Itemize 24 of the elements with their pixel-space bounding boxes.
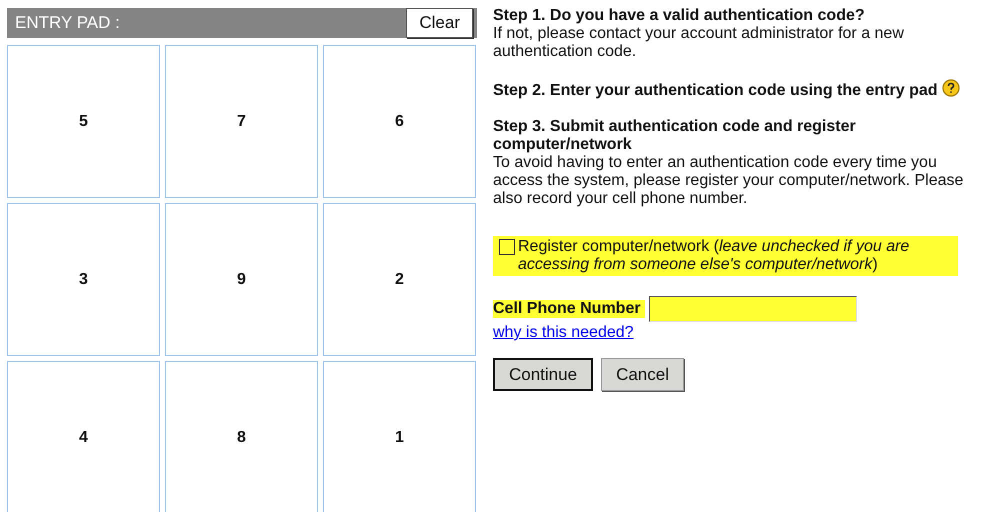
step-description: To avoid having to enter an authentication code every time you access the system, please register your computer/network. Please also record your cell phone number. (493, 154, 964, 208)
clear-button[interactable]: Clear (406, 8, 473, 38)
why-link[interactable]: why is this needed? (493, 324, 634, 342)
keypad-key[interactable]: 1 (323, 361, 476, 512)
cell-phone-label: Cell Phone Number (493, 300, 645, 318)
register-label: Register computer/network (leave unchecked if you are accessing from someone else's computer/network) (518, 238, 910, 274)
keypad-key[interactable]: 3 (7, 203, 160, 356)
cell-phone-field[interactable] (648, 296, 857, 322)
step-heading: Step 3. Submit authentication code and register computer/network (493, 118, 856, 153)
continue-button[interactable]: Continue (493, 358, 594, 391)
keypad-key[interactable]: 4 (7, 361, 160, 512)
keypad-key[interactable]: 2 (323, 203, 476, 356)
keypad-key[interactable]: 8 (165, 361, 318, 512)
keypad-key[interactable]: 6 (323, 45, 476, 198)
step-description: If not, please contact your account administrator for a new authentication code. (493, 25, 905, 61)
step-heading: Step 1. Do you have a valid authentication code? (493, 7, 865, 24)
step-heading: Step 2. Enter your authentication code using the entry pad (493, 82, 938, 99)
help-icon[interactable] (942, 79, 960, 97)
entry-pad-title: ENTRY PAD : (15, 12, 120, 34)
keypad-key[interactable]: 5 (7, 45, 160, 198)
keypad-key[interactable]: 9 (165, 203, 318, 356)
cancel-button[interactable]: Cancel (601, 358, 684, 391)
register-checkbox[interactable] (499, 239, 515, 255)
keypad-key[interactable]: 7 (165, 45, 318, 198)
